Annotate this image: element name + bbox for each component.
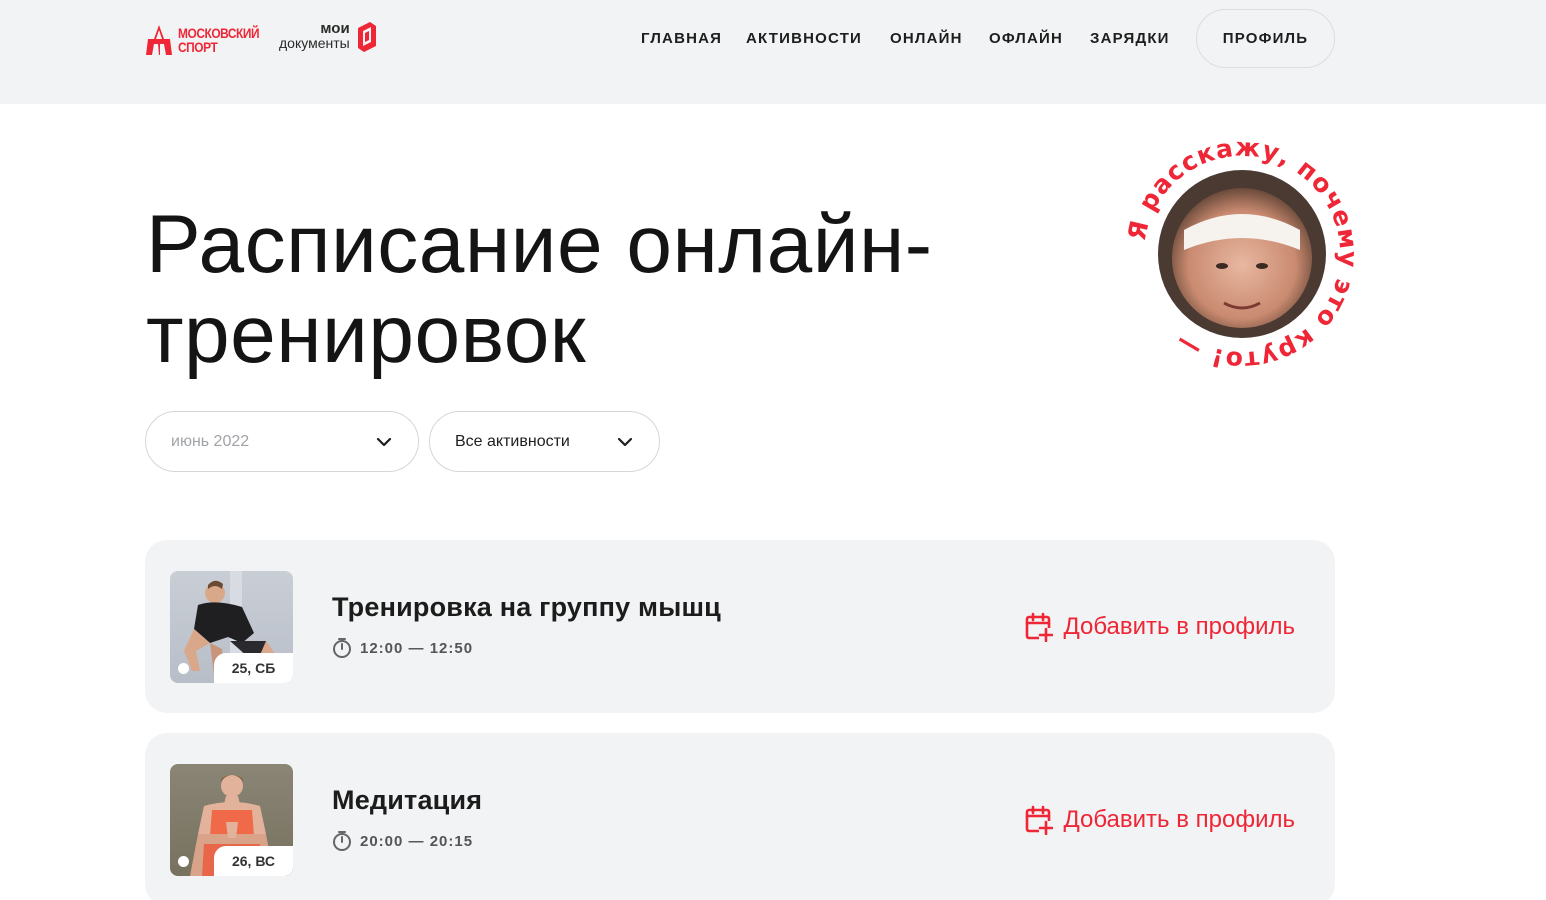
- moscow-sport-text-line1: МОСКОВСКИЙ: [178, 25, 260, 41]
- session-thumbnail: 25, СБ: [170, 571, 293, 683]
- session-title: Тренировка на группу мышц: [332, 592, 721, 622]
- promo-badge[interactable]: Я расскажу, почему это круто! —: [1122, 132, 1362, 375]
- session-date-chip: 26, ВС: [214, 846, 293, 876]
- add-to-profile-label: Добавить в профиль: [1063, 806, 1295, 833]
- nav-item-home[interactable]: ГЛАВНАЯ: [641, 30, 722, 47]
- month-select[interactable]: июнь 2022: [145, 411, 419, 472]
- month-select-value: июнь 2022: [171, 432, 250, 450]
- calendar-add-icon: [1026, 612, 1054, 642]
- my-documents-text-line1: мои: [320, 20, 350, 37]
- stopwatch-icon: [333, 831, 351, 851]
- my-documents-mark-icon: [357, 22, 376, 52]
- my-documents-logo[interactable]: мои документы: [279, 20, 378, 52]
- nav-item-activities[interactable]: АКТИВНОСТИ: [746, 30, 862, 47]
- nav-item-offline[interactable]: ОФЛАЙН: [989, 30, 1063, 47]
- moscow-sport-text-line2: СПОРТ: [178, 39, 218, 55]
- add-to-profile-button[interactable]: Добавить в профиль: [1025, 612, 1295, 642]
- page-title: Расписание онлайн- тренировок: [146, 200, 1046, 380]
- session-time-text: 12:00 — 12:50: [360, 639, 474, 657]
- profile-button[interactable]: ПРОФИЛЬ: [1196, 9, 1335, 68]
- session-title: Медитация: [332, 785, 483, 815]
- my-documents-text-line2: документы: [279, 35, 350, 51]
- site-header: МОСКОВСКИЙ СПОРТ мои документы ГЛАВНАЯ А…: [0, 0, 1546, 104]
- chevron-down-icon: [376, 437, 392, 447]
- moscow-sport-logo[interactable]: МОСКОВСКИЙ СПОРТ: [144, 22, 273, 58]
- page-title-line1: Расписание онлайн-: [146, 199, 933, 290]
- page-title-line2: тренировок: [146, 289, 587, 380]
- chevron-down-icon: [617, 437, 633, 447]
- activity-select[interactable]: Все активности: [429, 411, 660, 472]
- stopwatch-icon: [333, 638, 351, 658]
- session-card[interactable]: 26, ВС Медитация 20:00 — 20:15 Добавить …: [145, 733, 1335, 900]
- add-to-profile-button[interactable]: Добавить в профиль: [1025, 805, 1295, 835]
- nav-item-online[interactable]: ОНЛАЙН: [890, 30, 963, 47]
- activity-select-value: Все активности: [455, 432, 570, 450]
- nav-item-exercises[interactable]: ЗАРЯДКИ: [1090, 30, 1170, 47]
- session-thumbnail: 26, ВС: [170, 764, 293, 876]
- session-time: 12:00 — 12:50: [332, 637, 473, 659]
- session-time: 20:00 — 20:15: [332, 830, 473, 852]
- live-dot-icon: [178, 663, 189, 674]
- session-date-chip: 25, СБ: [214, 653, 293, 683]
- calendar-add-icon: [1026, 805, 1054, 835]
- session-card[interactable]: 25, СБ Тренировка на группу мышц 12:00 —…: [145, 540, 1335, 713]
- moscow-sport-mark-icon: [146, 25, 172, 55]
- session-time-text: 20:00 — 20:15: [360, 832, 474, 850]
- promo-badge-graphic: Я расскажу, почему это круто! —: [1122, 132, 1362, 375]
- live-dot-icon: [178, 856, 189, 867]
- add-to-profile-label: Добавить в профиль: [1063, 613, 1295, 640]
